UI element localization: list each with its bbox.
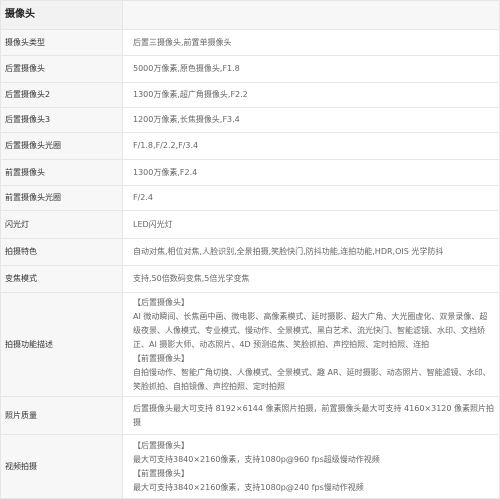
spec-row-front-camera: 前置摄像头 1300万像素,F2.4 [0, 159, 500, 186]
front-camera-modes: 自拍慢动作、智能广角切换、人像模式、全景模式、趣 AR、延时摄影、动态照片、智能… [133, 367, 491, 391]
spec-row-rear-aperture: 后置摄像头光圈 F/1.8,F/2.2,F/3.4 [0, 132, 500, 160]
spec-value: F/1.8,F/2.2,F/3.4 [122, 132, 500, 160]
spec-key: 后置摄像头2 [0, 82, 123, 108]
spec-row-flash: 闪光灯 LED闪光灯 [0, 210, 500, 239]
spec-value-video: 【后置摄像头】 最大可支持3840×2160像素，支持1080p@960 fps… [122, 434, 500, 499]
spec-row-video: 视频拍摄 【后置摄像头】 最大可支持3840×2160像素，支持1080p@96… [0, 434, 500, 499]
section-title: 摄像头 [0, 0, 123, 30]
section-header-blank [122, 0, 500, 30]
spec-key: 后置摄像头3 [0, 107, 123, 133]
spec-key: 变焦模式 [0, 265, 123, 293]
spec-key: 拍摄功能描述 [0, 292, 123, 397]
spec-key: 拍摄特色 [0, 238, 123, 266]
spec-key: 前置摄像头光圈 [0, 185, 123, 211]
spec-value: F/2.4 [122, 185, 500, 211]
spec-row-photo-quality: 照片质量 后置摄像头最大可支持 8192×6144 像素照片拍摄，前置摄像头最大… [0, 396, 500, 435]
spec-value: 1200万像素,长焦摄像头,F3.4 [122, 107, 500, 133]
spec-value: 1300万像素,F2.4 [122, 159, 500, 186]
spec-row-rear-camera-2: 后置摄像头2 1300万像素,超广角摄像头,F2.2 [0, 82, 500, 108]
spec-row-shooting-modes: 拍摄功能描述 【后置摄像头】 AI 微动瞬间、长焦画中画、微电影、高像素模式、延… [0, 292, 500, 397]
spec-key: 照片质量 [0, 396, 123, 435]
spec-value: 1300万像素,超广角摄像头,F2.2 [122, 82, 500, 108]
spec-key: 闪光灯 [0, 210, 123, 239]
spec-key: 摄像头类型 [0, 29, 123, 56]
spec-key: 后置摄像头 [0, 55, 123, 83]
rear-camera-title: 【后置摄像头】 [133, 297, 189, 307]
spec-row-shooting-features: 拍摄特色 自动对焦,相位对焦,人脸识别,全景拍摄,笑脸快门,防抖功能,连拍功能,… [0, 238, 500, 266]
spec-value: 自动对焦,相位对焦,人脸识别,全景拍摄,笑脸快门,防抖功能,连拍功能,HDR,O… [122, 238, 500, 266]
front-video-title: 【前置摄像头】 [133, 468, 189, 478]
spec-row-camera-type: 摄像头类型 后置三摄像头,前置单摄像头 [0, 29, 500, 56]
front-camera-title: 【前置摄像头】 [133, 353, 189, 363]
rear-camera-modes: AI 微动瞬间、长焦画中画、微电影、高像素模式、延时摄影、超大广角、大光圈虚化、… [133, 311, 488, 349]
spec-value: 5000万像素,原色摄像头,F1.8 [122, 55, 500, 83]
spec-value: 后置摄像头最大可支持 8192×6144 像素照片拍摄，前置摄像头最大可支持 4… [122, 396, 500, 435]
spec-key: 后置摄像头光圈 [0, 132, 123, 160]
spec-value: 后置三摄像头,前置单摄像头 [122, 29, 500, 56]
spec-row-zoom-mode: 变焦模式 支持,50倍数码变焦,5倍光学变焦 [0, 265, 500, 293]
rear-video-spec: 最大可支持3840×2160像素，支持1080p@960 fps超级慢动作视频 [133, 454, 380, 464]
section-header-row: 摄像头 [0, 0, 500, 30]
spec-row-front-aperture: 前置摄像头光圈 F/2.4 [0, 185, 500, 211]
spec-key: 视频拍摄 [0, 434, 123, 499]
spec-value-features: 【后置摄像头】 AI 微动瞬间、长焦画中画、微电影、高像素模式、延时摄影、超大广… [122, 292, 500, 397]
spec-value: LED闪光灯 [122, 210, 500, 239]
spec-row-rear-camera: 后置摄像头 5000万像素,原色摄像头,F1.8 [0, 55, 500, 83]
spec-key: 前置摄像头 [0, 159, 123, 186]
spec-row-rear-camera-3: 后置摄像头3 1200万像素,长焦摄像头,F3.4 [0, 107, 500, 133]
spec-value: 支持,50倍数码变焦,5倍光学变焦 [122, 265, 500, 293]
camera-spec-table: 摄像头 摄像头类型 后置三摄像头,前置单摄像头 后置摄像头 5000万像素,原色… [0, 0, 500, 499]
rear-video-title: 【后置摄像头】 [133, 440, 189, 450]
